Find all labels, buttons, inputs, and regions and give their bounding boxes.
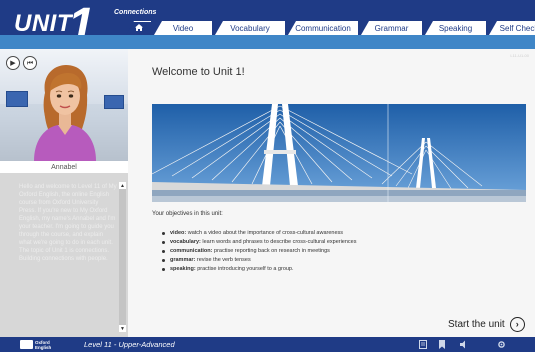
page-id: L11-U1-00 bbox=[510, 53, 529, 58]
transcript-text: Hello and welcome to Level 11 of My Oxfo… bbox=[19, 184, 117, 262]
volume-icon[interactable] bbox=[460, 340, 469, 349]
main-content: L11-U1-00 Welcome to Unit 1! Your object… bbox=[128, 49, 535, 337]
tab-video[interactable]: Video bbox=[154, 21, 212, 35]
unit-tabs: Video Vocabulary Communication Grammar S… bbox=[126, 21, 535, 35]
background-monitor bbox=[104, 95, 124, 109]
arrow-right-icon: › bbox=[509, 317, 525, 332]
scroll-up-icon[interactable]: ▲ bbox=[119, 182, 126, 189]
course-level: Level 11 - Upper-Advanced bbox=[84, 340, 175, 349]
objectives-intro: Your objectives in this unit: bbox=[152, 211, 223, 217]
objectives-list: video: watch a video about the importanc… bbox=[162, 229, 522, 274]
start-unit-button[interactable]: Start the unit › bbox=[448, 317, 525, 332]
tab-home[interactable] bbox=[126, 21, 151, 35]
objective-text: revise the verb tenses bbox=[195, 257, 251, 263]
bottom-bar: Oxford English Level 11 - Upper-Advanced bbox=[0, 337, 535, 352]
scroll-down-icon[interactable]: ▼ bbox=[119, 325, 126, 332]
list-item: vocabulary: learn words and phrases to d… bbox=[162, 238, 522, 247]
avatar-scene: ▶ ⏮ bbox=[0, 49, 128, 161]
tab-communication[interactable]: Communication bbox=[288, 21, 358, 35]
transcript-scrollbar[interactable]: ▲ ▼ bbox=[119, 182, 126, 332]
tab-vocabulary[interactable]: Vocabulary bbox=[215, 21, 285, 35]
avatar-name: Annabel bbox=[0, 161, 128, 173]
top-header: UNIT 1 Connections Video Vocabulary Comm… bbox=[0, 0, 535, 50]
tab-speaking[interactable]: Speaking bbox=[425, 21, 486, 35]
settings-icon[interactable] bbox=[497, 340, 506, 349]
header-band bbox=[0, 35, 535, 49]
objective-text: watch a video about the importance of cr… bbox=[186, 230, 344, 236]
page-title: Welcome to Unit 1! bbox=[152, 66, 245, 78]
book-icon bbox=[20, 340, 33, 349]
play-icon[interactable]: ▶ bbox=[6, 56, 20, 70]
objective-text: learn words and phrases to describe cros… bbox=[200, 239, 357, 245]
oxford-logo[interactable]: Oxford English bbox=[20, 339, 58, 350]
background-monitor bbox=[6, 91, 28, 107]
objective-key: communication: bbox=[170, 248, 213, 254]
start-unit-label: Start the unit bbox=[448, 319, 505, 330]
logo-line-1: Oxford bbox=[35, 339, 50, 345]
hero-image bbox=[152, 104, 526, 202]
avatar bbox=[34, 65, 96, 161]
unit-topic: Connections bbox=[114, 9, 157, 16]
objective-text: practise reporting back on research in m… bbox=[212, 248, 330, 254]
list-item: video: watch a video about the importanc… bbox=[162, 229, 522, 238]
objective-key: grammar: bbox=[170, 257, 196, 263]
objective-key: vocabulary: bbox=[170, 239, 201, 245]
unit-label: UNIT bbox=[14, 10, 72, 37]
notebook-icon[interactable] bbox=[418, 340, 427, 349]
home-icon bbox=[134, 24, 143, 33]
tab-grammar[interactable]: Grammar bbox=[361, 21, 422, 35]
logo-line-2: English bbox=[35, 344, 52, 350]
list-item: communication: practise reporting back o… bbox=[162, 247, 522, 256]
teacher-panel: ▶ ⏮ Annabel Hello and welcome to Level 1… bbox=[0, 49, 128, 337]
list-item: speaking: practise introducing yourself … bbox=[162, 265, 522, 274]
objective-key: speaking: bbox=[170, 266, 196, 272]
bridge-photo bbox=[152, 104, 526, 202]
bookmark-icon[interactable] bbox=[437, 340, 446, 349]
tab-self-check[interactable]: Self Check bbox=[489, 21, 535, 35]
objective-text: practise introducing yourself to a group… bbox=[195, 266, 294, 272]
list-item: grammar: revise the verb tenses bbox=[162, 256, 522, 265]
objective-key: video: bbox=[170, 230, 187, 236]
